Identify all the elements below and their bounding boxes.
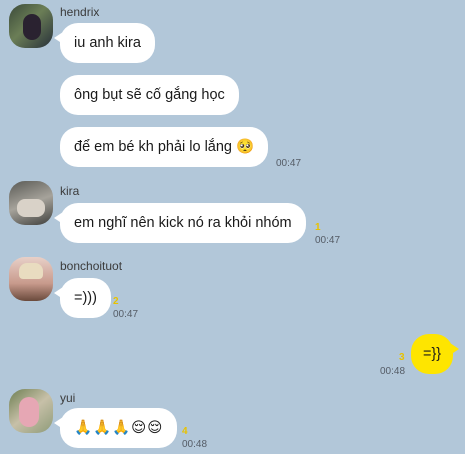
unread-count: 1: [315, 222, 321, 233]
message-text: 🙏🙏🙏😌😌: [74, 420, 164, 436]
unread-count: 3: [399, 352, 405, 363]
message-time: 00:47: [276, 158, 302, 169]
avatar-bonchoituot[interactable]: [9, 257, 53, 301]
message-bubble[interactable]: ông bụt sẽ cố gắng học: [60, 75, 239, 115]
unread-count: 2: [113, 296, 119, 307]
message-time: 00:47: [113, 309, 139, 320]
message-bubble[interactable]: em nghĩ nên kick nó ra khỏi nhóm: [54, 203, 306, 243]
message-time: 00:48: [380, 366, 406, 377]
avatar-hendrix[interactable]: [9, 4, 53, 48]
message-time: 00:48: [182, 439, 208, 450]
message-text: iu anh kira: [74, 35, 141, 51]
message-text: ông bụt sẽ cố gắng học: [74, 87, 225, 103]
sender-name-kira: kira: [60, 184, 80, 198]
avatar-yui[interactable]: [9, 389, 53, 433]
sender-name-hendrix: hendrix: [60, 5, 100, 19]
message-bubble[interactable]: =))): [54, 278, 111, 318]
message-text: =}}: [423, 346, 442, 362]
message-bubble[interactable]: để em bé kh phải lo lắng 🥺: [60, 127, 269, 167]
message-bubble[interactable]: 🙏🙏🙏😌😌: [53, 408, 178, 448]
avatar-kira[interactable]: [9, 181, 53, 225]
message-text: để em bé kh phải lo lắng 🥺: [74, 139, 255, 155]
message-text: =))): [74, 290, 97, 306]
unread-count: 4: [182, 426, 188, 437]
sender-name-bonchoituot: bonchoituot: [60, 259, 123, 273]
message-time: 00:47: [315, 235, 341, 246]
message-bubble[interactable]: iu anh kira: [54, 23, 155, 63]
sender-name-yui: yui: [60, 391, 76, 405]
message-text: em nghĩ nên kick nó ra khỏi nhóm: [74, 215, 292, 231]
my-message-bubble[interactable]: =}}: [411, 334, 460, 374]
